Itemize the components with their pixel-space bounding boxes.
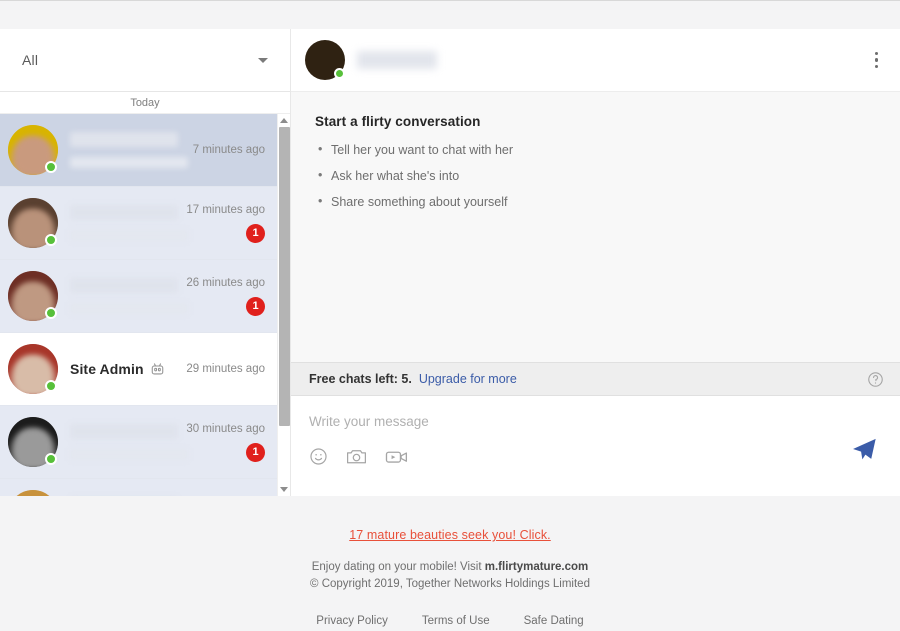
conversation-item-name [70, 132, 178, 147]
message-input[interactable] [309, 414, 739, 429]
conversation-item-name [70, 424, 178, 439]
avatar[interactable] [305, 40, 345, 80]
conversation-item-content [70, 278, 179, 314]
avatar[interactable] [8, 417, 58, 467]
conversation-list: 7 minutes ago17 minutes ago126 minutes a… [0, 114, 277, 496]
conversation-list-container: 7 minutes ago17 minutes ago126 minutes a… [0, 114, 290, 496]
message-composer [291, 396, 900, 496]
conversation-filter-dropdown[interactable]: All [0, 29, 290, 92]
conversation-item-meta: 17 minutes ago 1 [179, 204, 265, 243]
scrollbar-thumb[interactable] [279, 127, 290, 426]
camera-icon[interactable] [346, 447, 367, 466]
help-circle-icon[interactable] [867, 371, 884, 388]
more-vertical-icon[interactable] [869, 46, 885, 75]
chat-partner-name [357, 51, 437, 69]
conversation-sidebar: All Today 7 minutes ago17 minutes ago126… [0, 29, 290, 496]
conversation-list-item[interactable] [0, 479, 277, 496]
conversation-tip-item: Share something about yourself [315, 195, 876, 209]
conversation-item-timestamp: 29 minutes ago [186, 363, 265, 375]
promo-banner-link[interactable]: 17 mature beauties seek you! Click. [349, 528, 551, 542]
chevron-down-icon [258, 58, 268, 63]
avatar[interactable] [8, 344, 58, 394]
conversation-tip-item: Tell her you want to chat with her [315, 143, 876, 157]
conversation-item-timestamp: 26 minutes ago [186, 277, 265, 289]
unread-count-badge: 1 [246, 224, 265, 243]
conversation-tips-list: Tell her you want to chat with her Ask he… [315, 143, 876, 209]
copyright-line: © Copyright 2019, Together Networks Hold… [310, 576, 590, 593]
conversation-list-item[interactable]: 30 minutes ago 1 [0, 406, 277, 479]
conversation-tip-item: Ask her what she's into [315, 169, 876, 183]
footer-link[interactable]: Privacy Policy [316, 615, 388, 627]
conversation-item-meta: 7 minutes ago [179, 144, 265, 156]
bot-icon [150, 362, 165, 376]
avatar[interactable] [8, 271, 58, 321]
footer-link[interactable]: Terms of Use [422, 615, 490, 627]
conversation-item-preview [70, 230, 188, 241]
conversation-list-item[interactable]: Site Admin 29 minutes ago [0, 333, 277, 406]
upgrade-link[interactable]: Upgrade for more [419, 372, 517, 386]
smiley-icon[interactable] [309, 447, 328, 466]
video-camera-icon[interactable] [385, 448, 408, 466]
mobile-site-line: Enjoy dating on your mobile! Visit m.fli… [312, 559, 589, 576]
send-icon[interactable] [850, 436, 878, 464]
conversation-tips-title: Start a flirty conversation [315, 114, 876, 129]
mobile-site-domain[interactable]: m.flirtymature.com [485, 561, 589, 573]
conversation-item-timestamp: 17 minutes ago [186, 204, 265, 216]
conversation-list-item[interactable]: 7 minutes ago [0, 114, 277, 187]
unread-count-badge: 1 [246, 443, 265, 462]
day-divider-label: Today [0, 92, 290, 114]
page-footer: 17 mature beauties seek you! Click. Enjo… [0, 496, 900, 631]
scroll-down-icon[interactable] [278, 483, 291, 496]
online-status-dot [45, 307, 57, 319]
online-status-dot [334, 68, 345, 79]
free-chats-count: Free chats left: 5. [309, 372, 412, 386]
conversation-item-meta: 26 minutes ago 1 [179, 277, 265, 316]
unread-count-badge: 1 [246, 297, 265, 316]
free-chats-bar: Free chats left: 5. Upgrade for more [291, 362, 900, 396]
conversation-list-scrollbar[interactable] [277, 114, 290, 496]
online-status-dot [45, 234, 57, 246]
conversation-item-content [70, 205, 179, 241]
composer-icon-row [309, 447, 882, 466]
conversation-item-preview [70, 449, 188, 460]
chat-panel: Start a flirty conversation Tell her you… [290, 29, 900, 496]
conversation-item-content: Site Admin [70, 361, 179, 377]
filter-selected-value: All [22, 52, 258, 68]
online-status-dot [45, 380, 57, 392]
footer-link[interactable]: Safe Dating [524, 615, 584, 627]
conversation-item-meta: 30 minutes ago 1 [179, 423, 265, 462]
chat-header [291, 29, 900, 92]
conversation-item-preview [70, 303, 188, 314]
conversation-item-timestamp: 30 minutes ago [186, 423, 265, 435]
conversation-item-preview [70, 157, 188, 168]
conversation-list-item[interactable]: 17 minutes ago 1 [0, 187, 277, 260]
scrollbar-track[interactable] [278, 127, 291, 483]
conversation-item-name [70, 278, 178, 293]
conversation-item-name [70, 205, 178, 220]
mobile-site-prefix: Enjoy dating on your mobile! Visit [312, 561, 485, 573]
conversation-item-meta: 29 minutes ago [179, 363, 265, 375]
online-status-dot [45, 161, 57, 173]
conversation-list-item[interactable]: 26 minutes ago 1 [0, 260, 277, 333]
online-status-dot [45, 453, 57, 465]
scroll-up-icon[interactable] [278, 114, 291, 127]
conversation-item-timestamp: 7 minutes ago [193, 144, 265, 156]
conversation-item-content [70, 424, 179, 460]
conversation-item-content [70, 132, 179, 168]
avatar[interactable] [8, 125, 58, 175]
conversation-message-area: Start a flirty conversation Tell her you… [291, 92, 900, 362]
footer-link-row: Privacy Policy Terms of Use Safe Dating [316, 615, 583, 627]
avatar[interactable] [8, 198, 58, 248]
conversation-item-name: Site Admin [70, 361, 173, 377]
chat-application: All Today 7 minutes ago17 minutes ago126… [0, 29, 900, 496]
